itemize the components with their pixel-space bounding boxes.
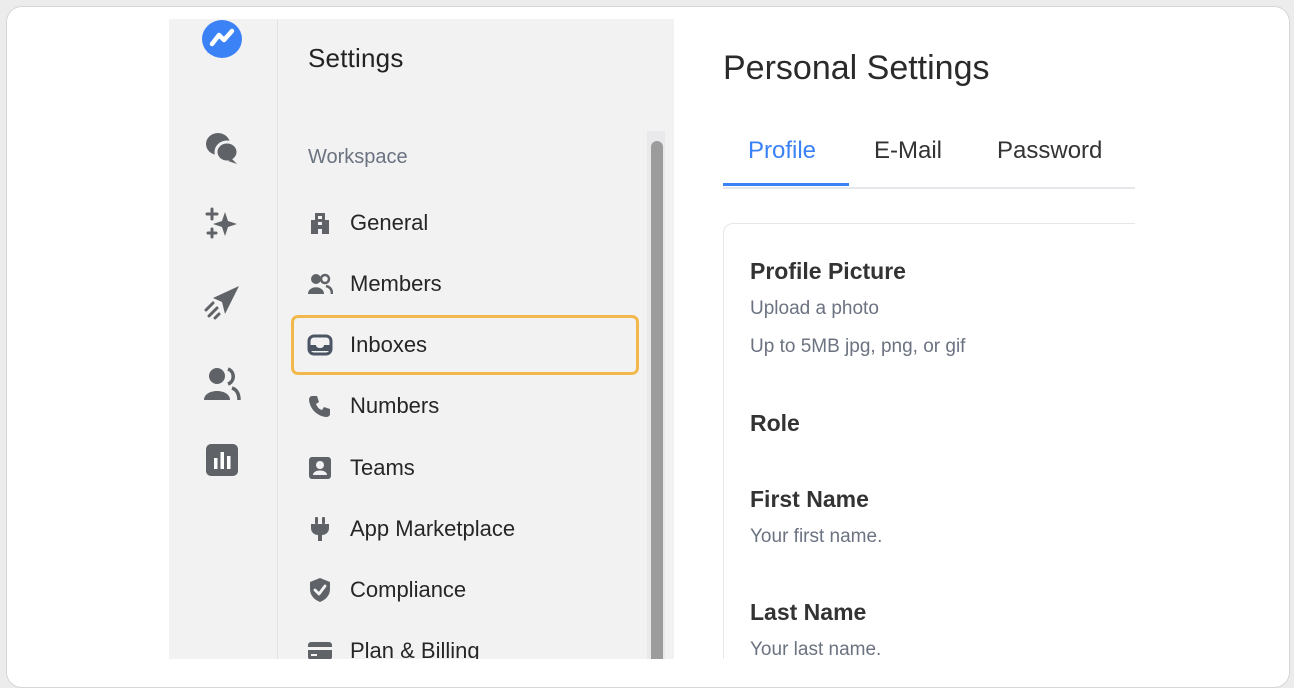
sidebar-item-app-marketplace[interactable]: App Marketplace xyxy=(290,498,640,560)
app-logo-icon[interactable] xyxy=(201,20,243,59)
sidebar-item-label: Members xyxy=(350,271,442,296)
role-label: Role xyxy=(750,410,800,436)
profile-picture-limits: Up to 5MB jpg, png, or gif xyxy=(750,336,966,357)
tab-password[interactable]: Password xyxy=(997,137,1102,177)
settings-tabs: Profile E-Mail Password xyxy=(723,137,1135,189)
sidebar-item-label: Numbers xyxy=(350,393,440,418)
ai-sparkles-icon[interactable] xyxy=(201,205,243,243)
first-name-help: Your first name. xyxy=(750,526,883,547)
contacts-icon[interactable] xyxy=(201,365,243,403)
sidebar-item-label: Plan & Billing xyxy=(350,638,480,659)
sidebar-item-members[interactable]: Members xyxy=(290,253,640,315)
sidebar-item-plan-billing[interactable]: Plan & Billing xyxy=(290,620,640,659)
sidebar-title: Settings xyxy=(308,43,404,73)
building-icon xyxy=(307,210,333,236)
campaigns-send-icon[interactable] xyxy=(201,283,243,321)
page-title: Personal Settings xyxy=(723,49,990,87)
app-container: Settings Workspace General Members Inbox… xyxy=(169,19,1135,659)
main-panel: Personal Settings Profile E-Mail Passwor… xyxy=(723,19,1135,659)
last-name-help: Your last name. xyxy=(750,639,882,659)
conversations-icon[interactable] xyxy=(201,129,243,167)
sidebar-item-teams[interactable]: Teams xyxy=(290,437,640,499)
sidebar-item-inboxes[interactable]: Inboxes xyxy=(290,314,640,376)
sidebar-item-general[interactable]: General xyxy=(290,192,640,254)
last-name-label: Last Name xyxy=(750,599,867,625)
id-card-icon xyxy=(307,455,333,481)
sidebar-scrollbar-thumb[interactable] xyxy=(651,141,663,659)
phone-icon xyxy=(307,393,333,419)
shield-icon xyxy=(307,577,333,603)
sidebar-item-label: Inboxes xyxy=(350,332,428,357)
first-name-label: First Name xyxy=(750,486,869,512)
sidebar-item-label: App Marketplace xyxy=(350,516,516,541)
sidebar-item-label: Compliance xyxy=(350,577,467,602)
credit-card-icon xyxy=(307,638,333,659)
sidebar-item-compliance[interactable]: Compliance xyxy=(290,559,640,621)
tab-email[interactable]: E-Mail xyxy=(874,137,942,177)
profile-picture-help: Upload a photo xyxy=(750,298,879,319)
active-tab-indicator xyxy=(723,183,849,186)
sidebar-item-label: Teams xyxy=(350,455,415,480)
profile-picture-label: Profile Picture xyxy=(750,258,906,284)
inbox-icon xyxy=(307,332,333,358)
icon-rail xyxy=(169,19,278,659)
sidebar-item-label: General xyxy=(350,210,429,235)
settings-sidebar: Settings Workspace General Members Inbox… xyxy=(278,19,674,659)
window-frame: Settings Workspace General Members Inbox… xyxy=(6,6,1290,688)
section-label-workspace: Workspace xyxy=(308,146,408,168)
sidebar-item-numbers[interactable]: Numbers xyxy=(290,375,640,437)
plug-icon xyxy=(307,516,333,542)
reports-chart-icon[interactable] xyxy=(201,441,243,479)
tab-profile[interactable]: Profile xyxy=(748,137,816,177)
profile-card: Profile Picture Upload a photo Up to 5MB… xyxy=(723,223,1135,659)
members-icon xyxy=(307,271,333,297)
